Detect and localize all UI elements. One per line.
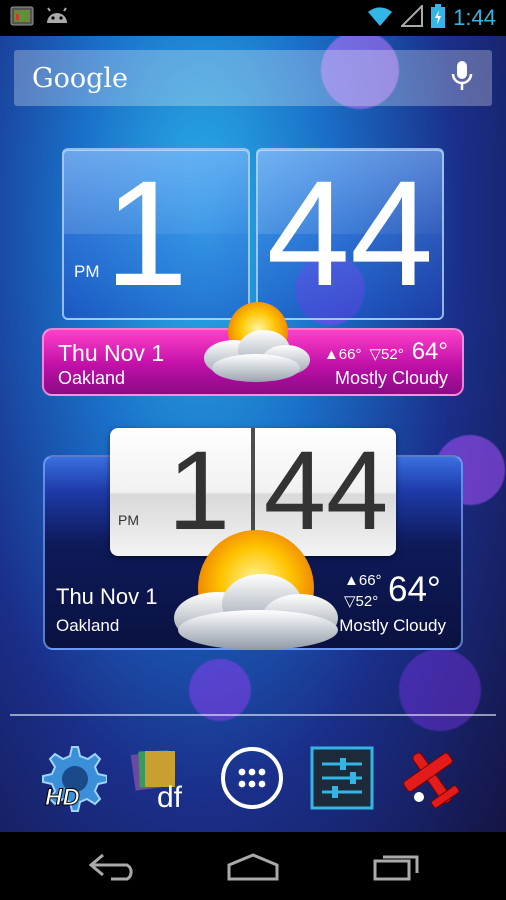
weather-temps: ▲66° ▽52° 64°	[324, 338, 448, 366]
settings-sliders-icon[interactable]	[306, 742, 378, 814]
google-logo[interactable]: Google	[32, 63, 128, 94]
weather-current-temp: 64°	[411, 338, 448, 365]
weather-date: Thu Nov 1	[58, 340, 165, 366]
weather-city: Oakland	[58, 368, 126, 388]
clock-minute-panel[interactable]: 44	[256, 148, 444, 320]
weather-high: ▲66°	[344, 572, 382, 589]
app-notification-icon	[10, 6, 34, 31]
wifi-icon	[367, 5, 393, 32]
clock-hour: 1	[104, 149, 188, 317]
clock-ampm: PM	[74, 262, 100, 281]
status-bar: 1:44	[0, 0, 506, 36]
clock-ampm: PM	[118, 512, 139, 528]
home-screen: 1:44 Google 1 PM 44 Thu Nov 1 Oakland ▲6…	[0, 0, 506, 900]
mostly-cloudy-icon	[158, 520, 348, 665]
weather-condition: Mostly Cloudy	[339, 616, 446, 635]
hd-label: HD	[45, 784, 80, 811]
mostly-cloudy-icon	[186, 298, 316, 393]
weather-low: ▽52°	[344, 593, 379, 610]
clock-minute: 44	[266, 149, 434, 317]
weather-low: ▽52°	[369, 346, 404, 363]
weather-current-temp: 64°	[388, 570, 441, 609]
weather-city: Oakland	[56, 616, 120, 635]
weather-condition: Mostly Cloudy	[334, 368, 448, 388]
df-app[interactable]: df	[126, 742, 198, 814]
back-icon[interactable]	[72, 846, 152, 886]
hd-settings-app[interactable]: HD	[36, 742, 108, 814]
android-icon	[44, 6, 70, 31]
google-search-bar[interactable]: Google	[14, 50, 492, 106]
weather-date: Thu Nov 1	[56, 584, 158, 609]
airplane-app-icon[interactable]	[396, 742, 468, 814]
df-label: df	[157, 781, 183, 813]
dock-divider	[10, 714, 496, 716]
mic-icon[interactable]	[450, 60, 474, 97]
battery-charging-icon	[431, 3, 446, 33]
status-time: 1:44	[453, 5, 496, 30]
clock-hour-panel[interactable]: 1 PM	[62, 148, 250, 320]
app-drawer-icon[interactable]	[216, 742, 288, 814]
home-icon[interactable]	[213, 846, 293, 886]
recent-apps-icon[interactable]	[356, 846, 436, 886]
navigation-bar	[0, 832, 506, 900]
weather-high: ▲66°	[323, 346, 362, 363]
signal-icon	[399, 3, 424, 32]
